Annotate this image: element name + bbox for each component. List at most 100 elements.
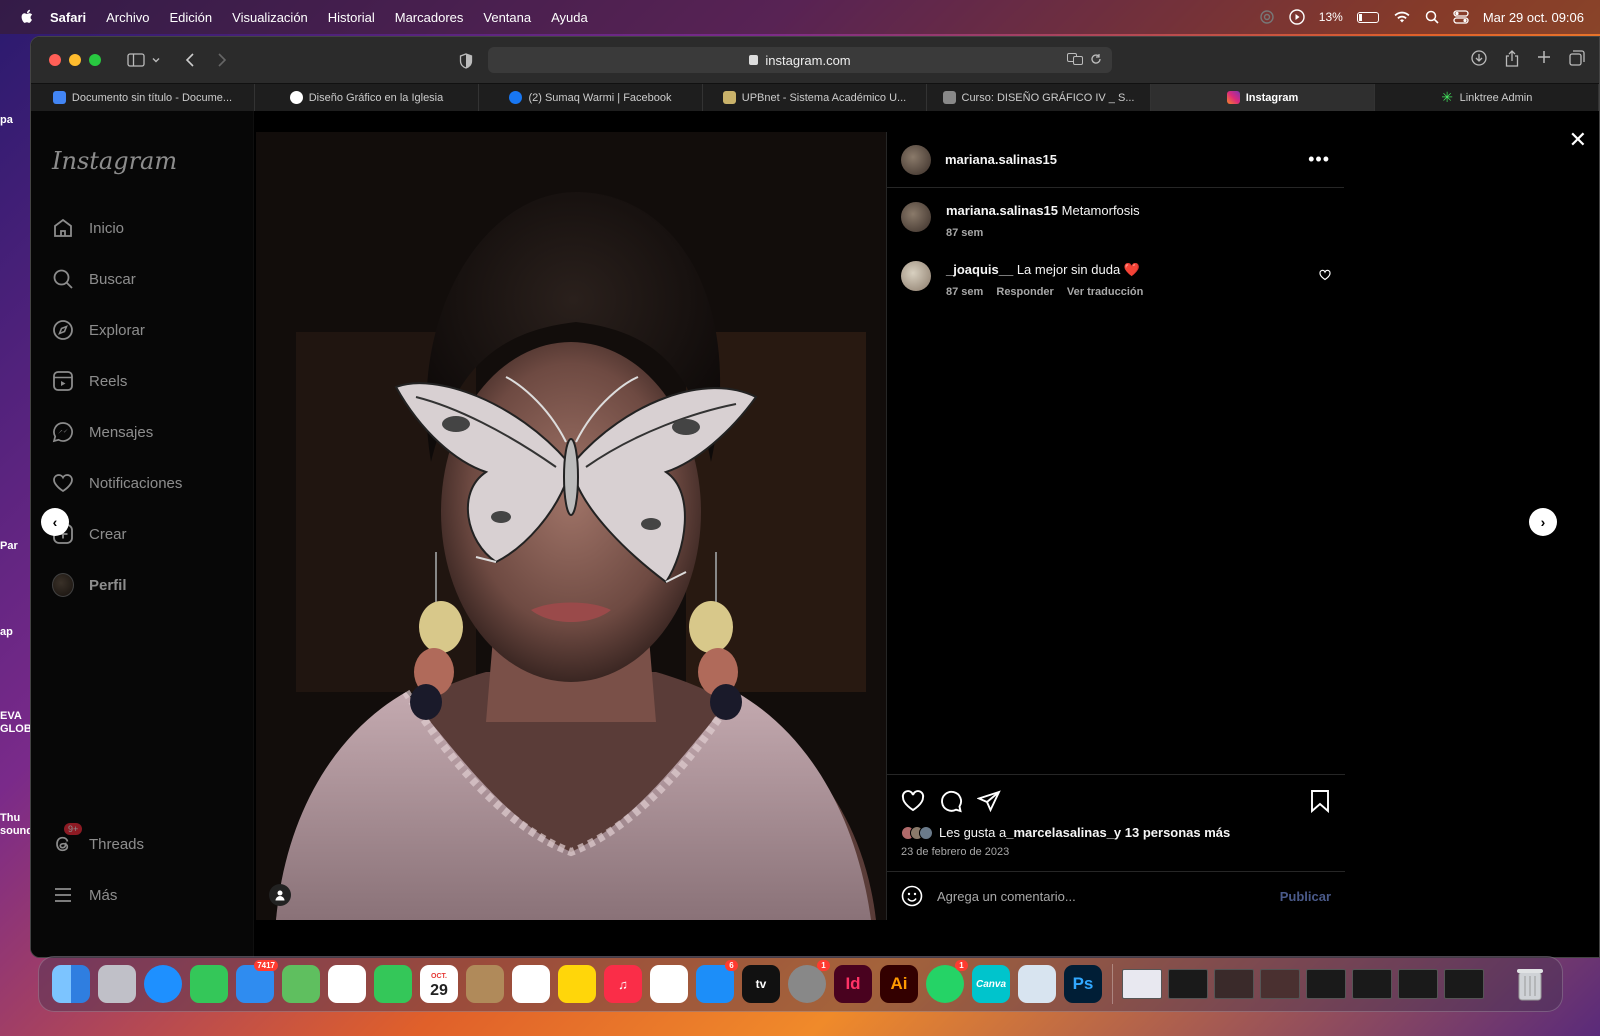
comment-icon[interactable]: [939, 789, 963, 813]
address-bar[interactable]: instagram.com: [488, 47, 1112, 73]
menu-ventana[interactable]: Ventana: [483, 10, 531, 25]
minimized-window-thumbnail[interactable]: [1398, 969, 1438, 999]
control-center-icon[interactable]: [1453, 10, 1469, 24]
author-avatar[interactable]: [901, 144, 931, 175]
emoji-icon[interactable]: [901, 885, 923, 907]
photos-icon[interactable]: [328, 965, 366, 1003]
nav-threads[interactable]: 9+ Threads: [52, 823, 144, 855]
tab-curso[interactable]: Curso: DISEÑO GRÁFICO IV _ S...: [927, 84, 1151, 111]
previous-post-button[interactable]: ‹: [41, 508, 69, 536]
menu-edicion[interactable]: Edición: [170, 10, 213, 25]
instagram-logo[interactable]: Instagram: [52, 147, 177, 175]
sidebar-toggle-icon[interactable]: [127, 53, 145, 67]
appstore-icon[interactable]: 6: [696, 960, 738, 1003]
spotlight-search-icon[interactable]: [1425, 10, 1439, 24]
desktop-file-label[interactable]: EVA GLOB: [0, 710, 32, 736]
maps-icon[interactable]: [282, 965, 320, 1003]
wifi-icon[interactable]: [1393, 10, 1411, 24]
airdrop-icon[interactable]: [1259, 9, 1275, 25]
more-options-icon[interactable]: •••: [1308, 149, 1330, 170]
tab-facebook[interactable]: (2) Sumaq Warmi | Facebook: [479, 84, 703, 111]
post-date[interactable]: 23 de febrero de 2023: [901, 846, 1331, 858]
translate-icon[interactable]: [1066, 52, 1083, 65]
tab-instagram[interactable]: Instagram: [1151, 84, 1375, 111]
commenter-avatar[interactable]: [901, 261, 931, 291]
nav-notificaciones[interactable]: Notificaciones: [52, 472, 182, 494]
chevron-down-icon[interactable]: [151, 55, 161, 65]
photoshop-icon[interactable]: Ps: [1064, 965, 1102, 1003]
menu-visualizacion[interactable]: Visualización: [232, 10, 308, 25]
next-post-button[interactable]: ›: [1529, 508, 1557, 536]
like-comment-icon[interactable]: [1319, 269, 1331, 281]
facetime-icon[interactable]: [374, 965, 412, 1003]
minimized-window-thumbnail[interactable]: [1306, 969, 1346, 999]
share-icon[interactable]: [1505, 50, 1519, 67]
minimized-window-thumbnail[interactable]: [1214, 969, 1254, 999]
reply-button[interactable]: Responder: [996, 286, 1053, 298]
close-window-button[interactable]: [49, 54, 61, 66]
tagged-user-icon[interactable]: [269, 884, 291, 906]
preview-icon[interactable]: [1018, 965, 1056, 1003]
close-modal-icon[interactable]: ✕: [1569, 127, 1587, 153]
minimized-window-thumbnail[interactable]: [1352, 969, 1392, 999]
desktop-file-label[interactable]: Thu sound: [0, 812, 32, 838]
author-avatar[interactable]: [901, 202, 931, 232]
comment-input[interactable]: Agrega un comentario...: [937, 889, 1076, 904]
canva-icon[interactable]: Canva: [972, 965, 1010, 1003]
nav-mensajes[interactable]: Mensajes: [52, 421, 153, 443]
nav-explorar[interactable]: Explorar: [52, 319, 145, 341]
settings-icon[interactable]: 1: [788, 960, 830, 1003]
translate-reload-icons[interactable]: [1066, 52, 1102, 68]
nav-perfil[interactable]: Perfil: [52, 573, 127, 597]
clock[interactable]: Mar 29 oct. 09:06: [1483, 10, 1584, 25]
commenter-username[interactable]: _joaquis__: [946, 262, 1013, 277]
freeform-icon[interactable]: [650, 965, 688, 1003]
nav-reels[interactable]: Reels: [52, 370, 127, 392]
zoom-window-button[interactable]: [89, 54, 101, 66]
caption-time[interactable]: 87 sem: [946, 227, 983, 239]
whatsapp-icon[interactable]: 1: [926, 960, 968, 1003]
tab-overview-icon[interactable]: [1569, 50, 1585, 66]
forward-icon[interactable]: [217, 53, 227, 67]
desktop-file-label[interactable]: pa: [0, 114, 32, 126]
likes-user[interactable]: _marcelasalinas_: [1006, 825, 1114, 840]
menu-marcadores[interactable]: Marcadores: [395, 10, 464, 25]
minimize-window-button[interactable]: [69, 54, 81, 66]
comment-time[interactable]: 87 sem: [946, 286, 983, 298]
calendar-icon[interactable]: OCT. 29: [420, 965, 458, 1003]
menu-historial[interactable]: Historial: [328, 10, 375, 25]
notes-icon[interactable]: [558, 965, 596, 1003]
menu-ayuda[interactable]: Ayuda: [551, 10, 588, 25]
downloads-icon[interactable]: [1471, 50, 1487, 66]
post-photo[interactable]: [256, 132, 886, 920]
publish-button[interactable]: Publicar: [1280, 889, 1331, 904]
tab-diseno-grafico[interactable]: Diseño Gráfico en la Iglesia: [255, 84, 479, 111]
tab-upbnet[interactable]: UPBnet - Sistema Académico U...: [703, 84, 927, 111]
indesign-icon[interactable]: Id: [834, 965, 872, 1003]
minimized-window-thumbnail[interactable]: [1168, 969, 1208, 999]
save-bookmark-icon[interactable]: [1309, 789, 1331, 813]
desktop-file-label[interactable]: ap: [0, 626, 32, 638]
launchpad-icon[interactable]: [98, 965, 136, 1003]
music-icon[interactable]: ♫: [604, 965, 642, 1003]
reload-icon[interactable]: [1090, 53, 1102, 65]
menu-archivo[interactable]: Archivo: [106, 10, 149, 25]
new-tab-icon[interactable]: [1537, 50, 1551, 64]
mail-icon[interactable]: 7417: [236, 960, 278, 1003]
nav-inicio[interactable]: Inicio: [52, 217, 124, 239]
share-post-icon[interactable]: [977, 789, 1001, 813]
trash-icon[interactable]: [1511, 965, 1549, 1003]
like-icon[interactable]: [901, 789, 925, 813]
reminders-icon[interactable]: [512, 965, 550, 1003]
minimized-window-thumbnail[interactable]: [1122, 969, 1162, 999]
tab-linktree[interactable]: ✳ Linktree Admin: [1375, 84, 1599, 111]
illustrator-icon[interactable]: Ai: [880, 965, 918, 1003]
contacts-icon[interactable]: [466, 965, 504, 1003]
minimized-window-thumbnail[interactable]: [1260, 969, 1300, 999]
back-icon[interactable]: [185, 53, 195, 67]
likes-suffix[interactable]: y 13 personas más: [1114, 825, 1230, 840]
translate-button[interactable]: Ver traducción: [1067, 286, 1143, 298]
battery-icon[interactable]: [1356, 11, 1379, 23]
safari-icon[interactable]: [144, 965, 182, 1003]
liker-avatar[interactable]: [919, 825, 933, 840]
